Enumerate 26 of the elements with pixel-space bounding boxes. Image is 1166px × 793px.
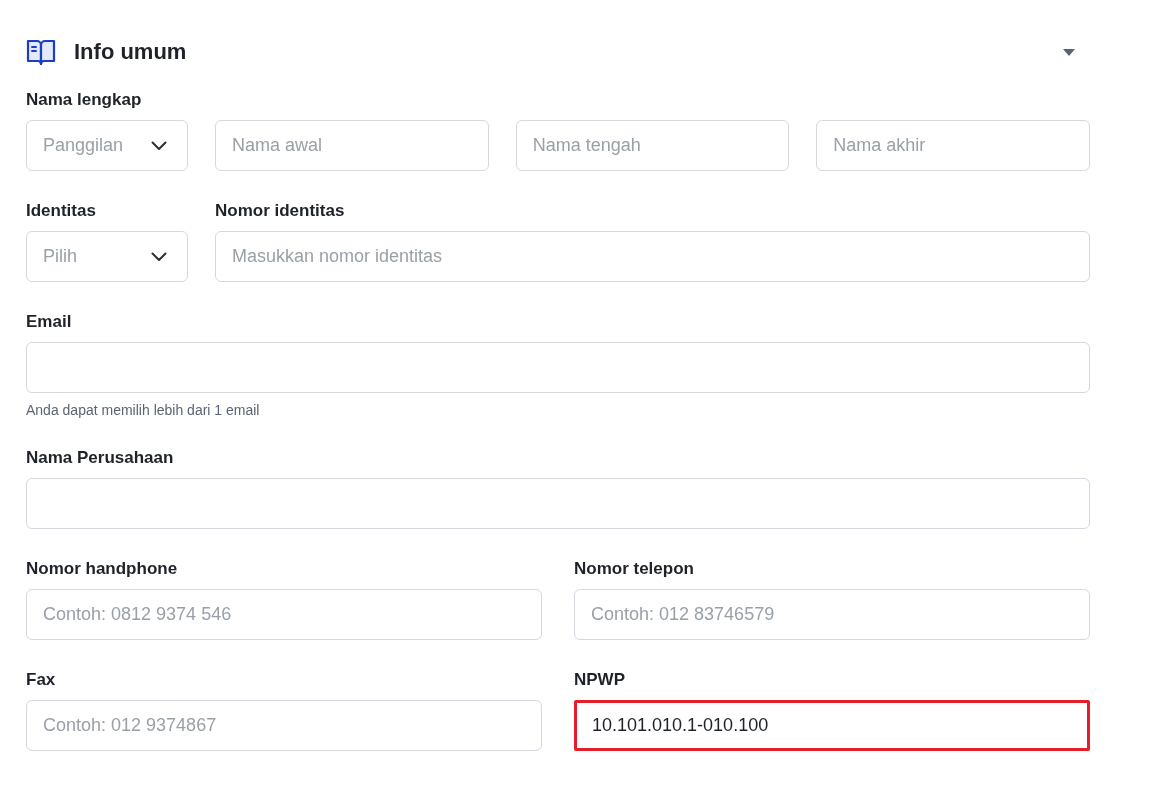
field-label: Nomor telepon (574, 559, 695, 579)
field-label: Identitas (26, 201, 97, 221)
input-field[interactable]: Contoh: 012 9374867 (26, 700, 542, 751)
input-field[interactable]: Contoh: 012 83746579 (574, 589, 1090, 640)
field-label: Nama lengkap (26, 90, 143, 110)
chevron-down-icon (151, 140, 167, 151)
section-title: Info umum (74, 39, 188, 65)
field-label: NPWP (574, 670, 626, 690)
input-field[interactable]: Nama tengah (515, 120, 790, 171)
input-field[interactable]: Nama awal (215, 120, 489, 171)
select-field[interactable]: Pilih (26, 231, 188, 282)
input-field[interactable]: Masukkan nomor identitas (215, 231, 1090, 282)
input-field[interactable]: Nama akhir (816, 120, 1090, 171)
field-label: Nomor handphone (26, 559, 179, 579)
field-label: Nomor identitas (215, 201, 346, 221)
input-field[interactable]: Contoh: 0812 9374 546 (26, 589, 542, 640)
input-field[interactable] (26, 342, 1090, 393)
field-label: Fax (26, 670, 57, 690)
input-field[interactable]: 10.101.010.1-010.100 (574, 700, 1090, 751)
helper-text: Anda dapat memilih lebih dari 1 email (26, 402, 261, 418)
book-icon (26, 38, 56, 66)
chevron-down-icon (151, 251, 167, 262)
input-field[interactable] (26, 478, 1090, 529)
field-label: Nama Perusahaan (26, 448, 175, 468)
field-label: Email (26, 312, 73, 332)
select-field[interactable]: Panggilan (26, 120, 188, 171)
